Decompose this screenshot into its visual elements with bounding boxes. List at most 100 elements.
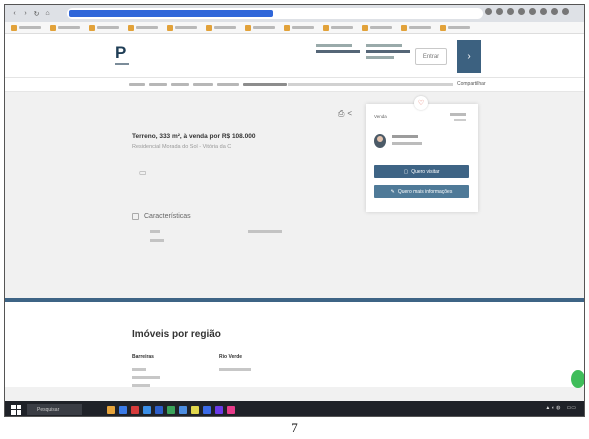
regions-section: Imóveis por região Barreiras Rio Verde	[5, 302, 584, 387]
breadcrumb-item[interactable]	[217, 83, 239, 86]
extension-icon[interactable]	[551, 8, 558, 15]
taskbar-app-icon[interactable]	[119, 405, 127, 414]
forward-icon[interactable]: ›	[22, 10, 29, 17]
listing-title: Terreno, 333 m², à venda por R$ 108.000	[132, 133, 256, 140]
region-link[interactable]	[132, 376, 160, 379]
feature-item	[150, 239, 164, 242]
bookmark-item[interactable]	[440, 24, 470, 31]
bookmark-item[interactable]	[89, 24, 119, 31]
schedule-visit-button[interactable]: ▢ Quero visitar	[374, 165, 469, 178]
extension-icon[interactable]	[529, 8, 536, 15]
back-icon[interactable]: ‹	[11, 10, 18, 17]
bookmark-item[interactable]	[128, 24, 158, 31]
bookmark-item[interactable]	[323, 24, 353, 31]
taskbar-app-icon[interactable]	[191, 405, 199, 414]
profile-icon[interactable]	[562, 8, 569, 15]
region-column-head: Barreiras	[132, 354, 154, 360]
agent-avatar	[374, 134, 386, 148]
features-header: Características	[132, 213, 191, 220]
phone-contact-rent[interactable]	[366, 44, 410, 59]
menu-icon: ›	[467, 51, 471, 62]
system-tray: ▲ ◐ ◍ ▭▭	[545, 405, 576, 411]
taskbar-search[interactable]: Pesquisar	[27, 404, 82, 415]
url-bar[interactable]	[67, 8, 483, 19]
os-taskbar: Pesquisar ▲ ◐ ◍ ▭▭	[5, 401, 584, 416]
taskbar-app-icon[interactable]	[107, 405, 115, 414]
extension-icon[interactable]	[507, 8, 514, 15]
taskbar-apps	[107, 405, 235, 414]
clock[interactable]: ▭▭	[567, 405, 576, 411]
bookmark-icon	[50, 24, 56, 31]
taskbar-app-icon[interactable]	[131, 405, 139, 414]
page-number: 7	[291, 420, 298, 435]
feature-item	[150, 230, 160, 233]
breadcrumb-item[interactable]	[149, 83, 167, 86]
bookmark-item[interactable]	[245, 24, 275, 31]
bookmark-icon	[245, 24, 251, 31]
regions-title: Imóveis por região	[132, 329, 221, 340]
extension-icon[interactable]	[485, 8, 492, 15]
features-icon	[132, 213, 139, 220]
bookmark-icon	[128, 24, 134, 31]
logo-mark: P	[115, 43, 127, 62]
menu-button[interactable]: ›	[457, 40, 481, 73]
whatsapp-icon[interactable]	[571, 370, 584, 388]
listing-code	[450, 113, 466, 116]
bookmark-item[interactable]	[401, 24, 431, 31]
bookmark-item[interactable]	[206, 24, 236, 31]
agent-name	[392, 135, 418, 138]
reload-icon[interactable]: ↻	[33, 10, 40, 18]
bookmark-item[interactable]	[50, 24, 80, 31]
feature-item	[248, 230, 282, 233]
listing-actions: ⎙ <	[338, 109, 352, 119]
breadcrumb-item[interactable]	[129, 83, 145, 86]
extension-icon[interactable]	[540, 8, 547, 15]
bookmarks-bar	[5, 22, 584, 34]
bookmark-icon	[11, 24, 17, 31]
listing-code-sub	[454, 119, 466, 121]
breadcrumb-links	[129, 83, 287, 86]
taskbar-app-icon[interactable]	[155, 405, 163, 414]
logo-wordmark	[115, 63, 129, 65]
taskbar-app-icon[interactable]	[215, 405, 223, 414]
area-icon: ▭	[139, 168, 147, 177]
share-icon[interactable]: <	[347, 109, 352, 119]
windows-start-icon[interactable]	[11, 404, 21, 415]
share-link[interactable]: Compartilhar	[457, 81, 486, 87]
more-info-button[interactable]: ✎ Quero mais informações	[374, 185, 469, 198]
bookmark-item[interactable]	[362, 24, 392, 31]
bookmark-icon	[284, 24, 290, 31]
contact-card: Venda ▢ Quero visitar ✎ Quero mais infor…	[366, 104, 478, 212]
breadcrumb-item[interactable]	[193, 83, 213, 86]
bookmark-icon	[440, 24, 446, 31]
site-logo[interactable]: P	[115, 44, 139, 70]
bookmark-icon	[89, 24, 95, 31]
breadcrumb-item[interactable]	[171, 83, 189, 86]
agent-phone[interactable]	[392, 142, 422, 145]
taskbar-app-icon[interactable]	[179, 405, 187, 414]
bookmark-item[interactable]	[167, 24, 197, 31]
url-selection	[69, 10, 273, 17]
bookmark-item[interactable]	[284, 24, 314, 31]
region-link[interactable]	[132, 384, 150, 387]
login-button[interactable]: Entrar	[415, 48, 447, 65]
taskbar-app-icon[interactable]	[167, 405, 175, 414]
tray-icons[interactable]: ▲ ◐ ◍	[545, 405, 560, 411]
taskbar-app-icon[interactable]	[143, 405, 151, 414]
home-icon[interactable]: ⌂	[44, 10, 51, 17]
extension-icon[interactable]	[518, 8, 525, 15]
region-link[interactable]	[219, 368, 251, 371]
favorite-heart-icon[interactable]: ♡	[414, 96, 428, 110]
region-link[interactable]	[132, 368, 146, 371]
breadcrumb-item[interactable]	[243, 83, 287, 86]
bookmark-item[interactable]	[11, 24, 41, 31]
taskbar-app-icon[interactable]	[203, 405, 211, 414]
print-icon[interactable]: ⎙	[338, 109, 344, 119]
region-column-head: Rio Verde	[219, 354, 243, 360]
phone-contact-sales[interactable]	[316, 44, 360, 56]
extension-icon[interactable]	[496, 8, 503, 15]
calendar-icon: ▢	[403, 168, 409, 175]
taskbar-app-icon[interactable]	[227, 405, 235, 414]
bookmark-icon	[206, 24, 212, 31]
browser-toolbar-icons	[485, 8, 569, 15]
